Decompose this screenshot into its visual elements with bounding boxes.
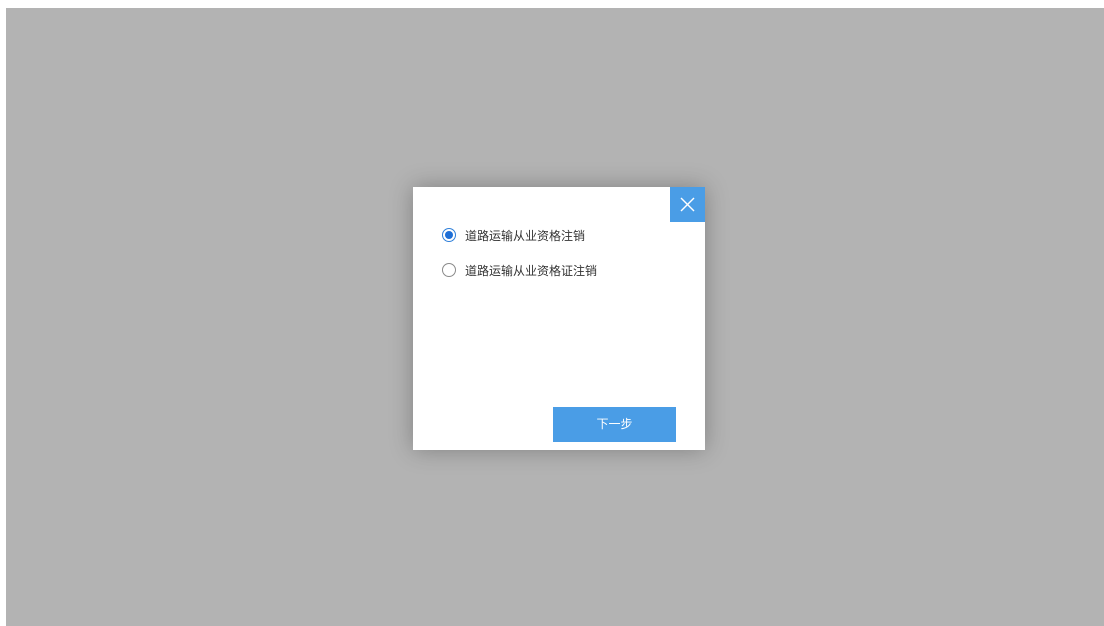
radio-dot: [445, 231, 453, 239]
option-certificate-deregistration[interactable]: 道路运输从业资格证注销: [442, 261, 597, 279]
next-step-button[interactable]: 下一步: [553, 407, 676, 442]
option-qualification-deregistration[interactable]: 道路运输从业资格注销: [442, 226, 585, 244]
radio-button[interactable]: [442, 263, 456, 277]
radio-button-selected[interactable]: [442, 228, 456, 242]
option-label: 道路运输从业资格证注销: [465, 263, 598, 278]
option-label: 道路运输从业资格注销: [465, 228, 586, 243]
close-icon: [680, 197, 695, 212]
deregistration-dialog: 道路运输从业资格注销 道路运输从业资格证注销 下一步: [413, 187, 705, 450]
close-button[interactable]: [670, 187, 705, 222]
